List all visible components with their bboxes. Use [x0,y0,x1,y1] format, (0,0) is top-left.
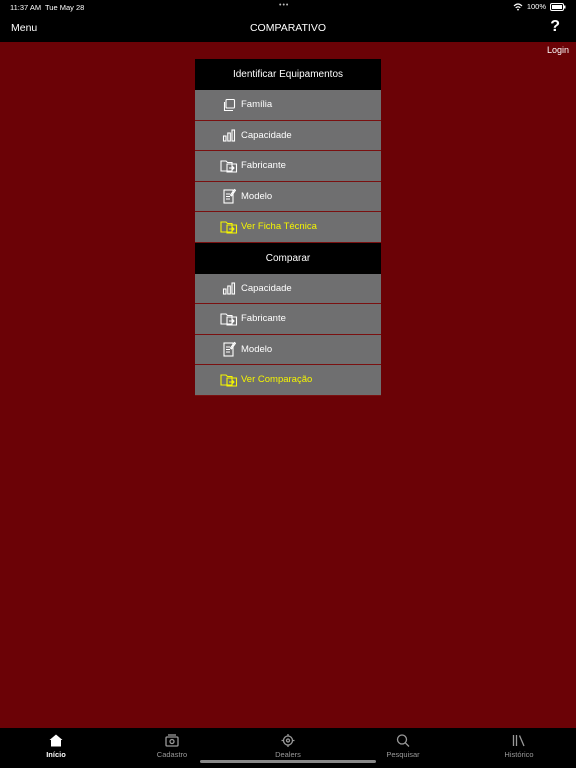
menu-item-label: Modelo [241,190,273,202]
tab-label: Histórico [504,750,534,759]
compare-item-fabricante[interactable]: Fabricante [195,304,381,335]
menu-item-modelo[interactable]: Modelo [195,181,381,212]
menu-item-label: Ver Ficha Técnica [241,221,317,233]
home-icon [49,734,63,747]
tab-label: Início [46,750,66,759]
section-header-identify: Identificar Equipamentos [195,59,381,90]
comparison-panel: Identificar Equipamentos Família Capacid… [195,59,381,396]
menu-item-label: Capacidade [241,129,292,141]
tab-label: Dealers [275,750,301,759]
location-icon [281,734,295,747]
menu-item-label: Fabricante [241,313,286,325]
login-button[interactable]: Login [547,45,569,55]
tab-cadastro[interactable]: Cadastro [132,734,212,759]
menu-item-label: Modelo [241,343,273,355]
tab-label: Pesquisar [386,750,420,759]
menu-item-label: Fabricante [241,160,286,172]
status-bar: 11:37 AM Tue May 28 ••• 100% [0,0,576,14]
status-time: 11:37 AM [10,3,42,12]
register-icon [165,734,179,747]
tab-inicio[interactable]: Início [16,734,96,759]
page-title: COMPARATIVO [249,22,327,34]
help-button[interactable]: ? [550,18,560,36]
folder-transfer-icon [219,158,239,174]
folder-transfer-icon [219,372,239,388]
navigation-bar: Menu COMPARATIVO ? [0,14,576,42]
tab-historico[interactable]: Histórico [479,734,559,759]
edit-document-icon [219,341,239,357]
home-indicator[interactable] [200,760,376,763]
view-comparison-button[interactable]: Ver Comparação [195,365,381,396]
wifi-icon [513,2,523,10]
search-icon [396,734,410,747]
edit-document-icon [219,188,239,204]
tab-pesquisar[interactable]: Pesquisar [363,734,443,759]
tab-label: Cadastro [156,750,188,759]
menu-item-label: Família [241,99,273,111]
view-datasheet-button[interactable]: Ver Ficha Técnica [195,212,381,243]
bar-chart-icon [219,280,239,296]
library-icon [512,735,525,747]
section-header-compare: Comparar [195,242,381,274]
bar-chart-icon [219,127,239,143]
multitasking-dots-icon[interactable]: ••• [279,2,289,9]
menu-item-familia[interactable]: Família [195,90,381,121]
menu-item-label: Capacidade [241,282,292,294]
status-date: Tue May 28 [45,3,85,12]
menu-item-capacidade[interactable]: Capacidade [195,120,381,151]
compare-item-modelo[interactable]: Modelo [195,334,381,365]
menu-item-label: Ver Comparação [241,374,313,386]
folder-transfer-icon [219,219,239,235]
copy-icon [219,97,239,113]
tab-dealers[interactable]: Dealers [248,734,328,759]
menu-item-fabricante[interactable]: Fabricante [195,151,381,182]
battery-percent: 100% [526,2,546,11]
folder-transfer-icon [219,311,239,327]
compare-item-capacidade[interactable]: Capacidade [195,273,381,304]
battery-icon [550,2,566,11]
